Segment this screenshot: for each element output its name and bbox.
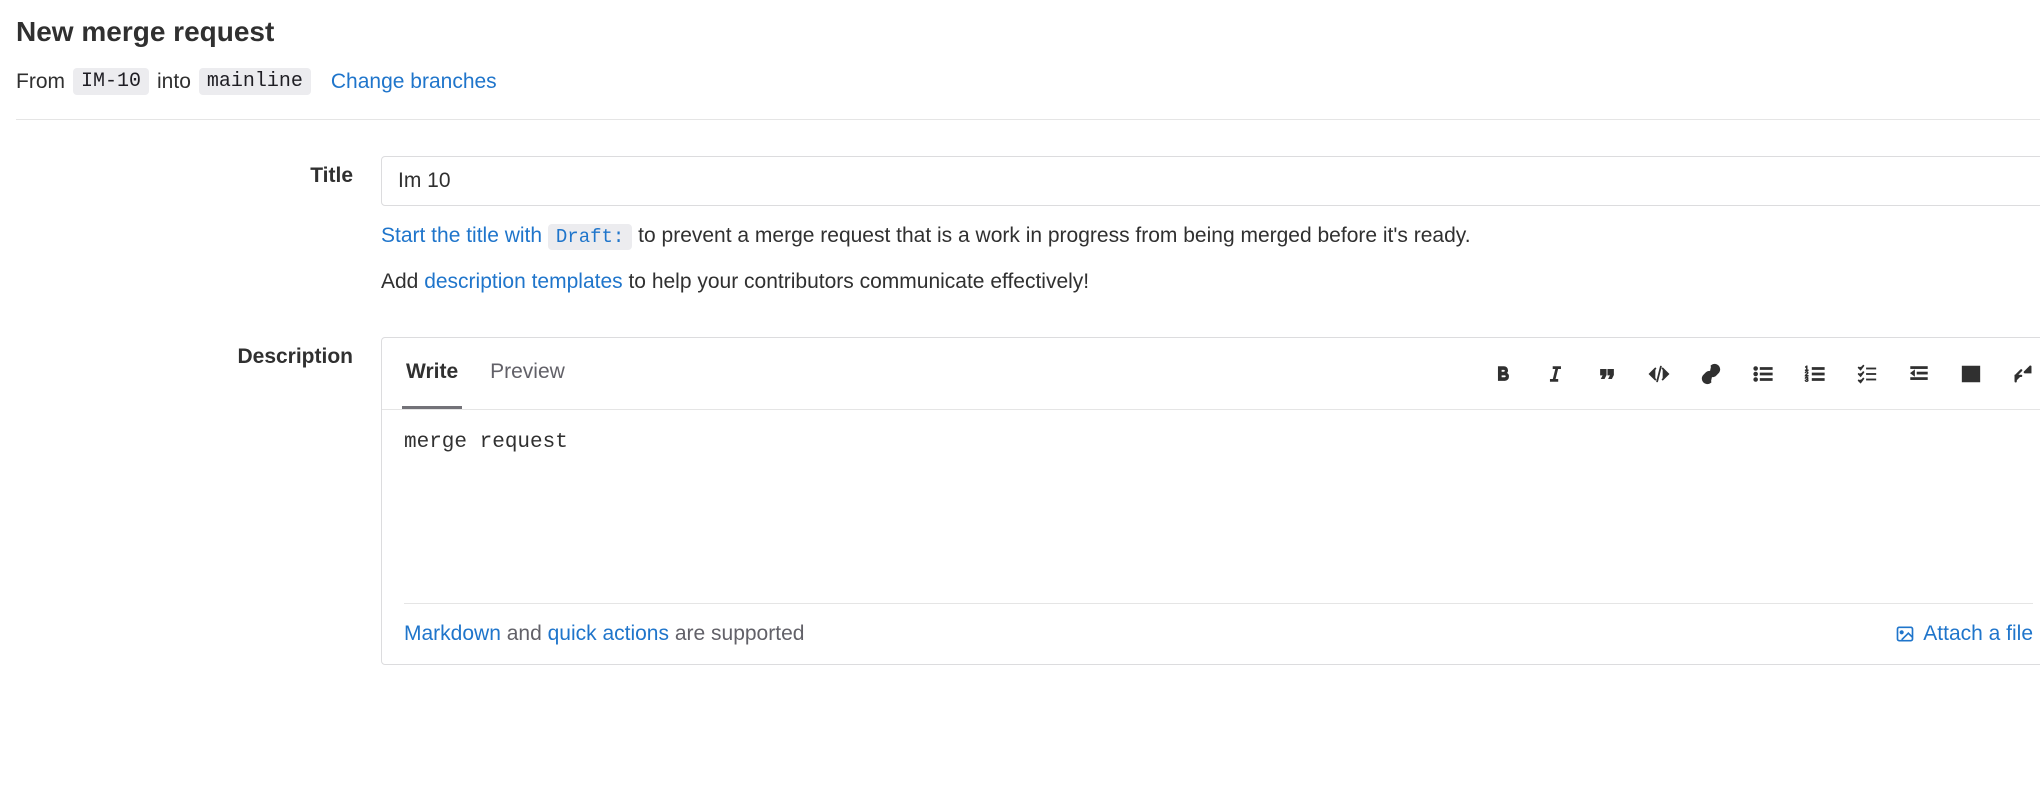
tab-preview[interactable]: Preview: [486, 338, 569, 409]
template-hint-prefix: Add: [381, 270, 424, 293]
italic-icon[interactable]: [1543, 362, 1567, 386]
title-label: Title: [16, 156, 381, 297]
attach-file-label: Attach a file: [1923, 622, 2033, 646]
table-icon[interactable]: [1959, 362, 1983, 386]
editor-footer: Markdown and quick actions are supported…: [404, 603, 2033, 664]
description-label: Description: [16, 337, 381, 665]
draft-hint-suffix: to prevent a merge request that is a wor…: [638, 224, 1470, 247]
branch-info: From IM-10 into mainline Change branches: [16, 68, 2040, 95]
description-templates-link[interactable]: description templates: [424, 270, 622, 293]
draft-code: Draft:: [548, 224, 632, 250]
numbered-list-icon[interactable]: 123: [1803, 362, 1827, 386]
source-branch-badge: IM-10: [73, 68, 149, 95]
page-title: New merge request: [16, 16, 2040, 48]
quick-actions-link[interactable]: quick actions: [548, 622, 669, 645]
template-hint-suffix: to help your contributors communicate ef…: [623, 270, 1090, 293]
attach-file-button[interactable]: Attach a file: [1895, 622, 2033, 646]
editor-header: Write Preview: [382, 338, 2040, 410]
footer-and: and: [501, 622, 548, 645]
quote-icon[interactable]: [1595, 362, 1619, 386]
image-icon: [1895, 624, 1915, 644]
bullet-list-icon[interactable]: [1751, 362, 1775, 386]
code-icon[interactable]: [1647, 362, 1671, 386]
description-textarea[interactable]: [382, 410, 2040, 600]
link-icon[interactable]: [1699, 362, 1723, 386]
svg-text:3: 3: [1805, 376, 1809, 383]
editor-tabs: Write Preview: [402, 338, 569, 409]
target-branch-badge: mainline: [199, 68, 311, 95]
indent-icon[interactable]: [1907, 362, 1931, 386]
divider: [16, 119, 2040, 120]
template-hint: Add description templates to help your c…: [381, 266, 2040, 298]
draft-hint: Start the title with Draft: to prevent a…: [381, 220, 2040, 252]
title-input[interactable]: [381, 156, 2040, 206]
tab-write[interactable]: Write: [402, 338, 462, 409]
change-branches-link[interactable]: Change branches: [331, 70, 497, 94]
from-label: From: [16, 70, 65, 94]
editor-toolbar: 123: [1491, 362, 2035, 386]
footer-supported: are supported: [669, 622, 804, 645]
markdown-link[interactable]: Markdown: [404, 622, 501, 645]
task-list-icon[interactable]: [1855, 362, 1879, 386]
into-label: into: [157, 70, 191, 94]
bold-icon[interactable]: [1491, 362, 1515, 386]
fullscreen-icon[interactable]: [2011, 362, 2035, 386]
description-editor: Write Preview: [381, 337, 2040, 665]
draft-prefix-link[interactable]: Start the title with Draft:: [381, 224, 638, 247]
